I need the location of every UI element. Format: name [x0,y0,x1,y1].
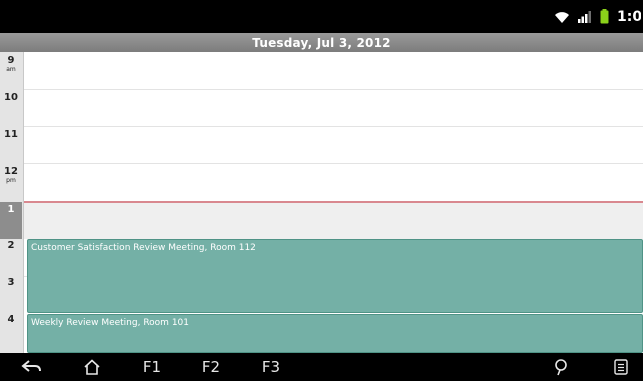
current-hour-highlight [24,202,643,239]
hour-label-10: 10 [4,92,18,103]
nav-bar: F1 F2 F3 [0,353,643,381]
signal-icon [578,10,592,23]
event-customer-satisfaction-review[interactable]: Customer Satisfaction Review Meeting, Ro… [27,239,643,313]
hour-label-1: 1 [0,202,22,239]
hour-label-11: 11 [4,129,18,140]
hour-label-3: 3 [7,277,15,288]
status-clock: 1:03 [617,8,641,25]
f1-button[interactable]: F1 [137,353,167,381]
status-icons: 1:03 [554,0,643,33]
f2-button[interactable]: F2 [196,353,226,381]
back-button[interactable] [16,353,48,381]
date-header[interactable]: Tuesday, Jul 3, 2012 [0,33,643,52]
hour-label-2: 2 [7,240,15,251]
time-gutter: 9 am 10 11 12 pm 1 2 3 4 [0,52,24,353]
home-button[interactable] [78,353,106,381]
hour-label-12pm: 12 pm [4,166,18,185]
hour-gridline [24,126,643,127]
hour-label-4: 4 [7,314,15,325]
hour-gridline [24,163,643,164]
menu-icon [614,359,628,375]
event-weekly-review[interactable]: Weekly Review Meeting, Room 101 [27,314,643,353]
event-title: Customer Satisfaction Review Meeting, Ro… [31,243,256,253]
search-button[interactable] [548,353,574,381]
search-icon [554,358,568,376]
day-view[interactable]: 9 am 10 11 12 pm 1 2 3 4 Customer Satisf… [0,52,643,353]
back-icon [21,360,43,374]
menu-button[interactable] [608,353,634,381]
hour-label-9am: 9 am [6,55,16,74]
wifi-icon [554,10,570,24]
calendar-grid[interactable]: Customer Satisfaction Review Meeting, Ro… [24,52,643,353]
status-bar: 1:03 [0,0,643,33]
home-icon [83,359,101,375]
battery-icon [600,9,609,24]
event-title: Weekly Review Meeting, Room 101 [31,318,189,328]
f3-button[interactable]: F3 [256,353,286,381]
current-time-line [24,201,643,203]
hour-gridline [24,89,643,90]
